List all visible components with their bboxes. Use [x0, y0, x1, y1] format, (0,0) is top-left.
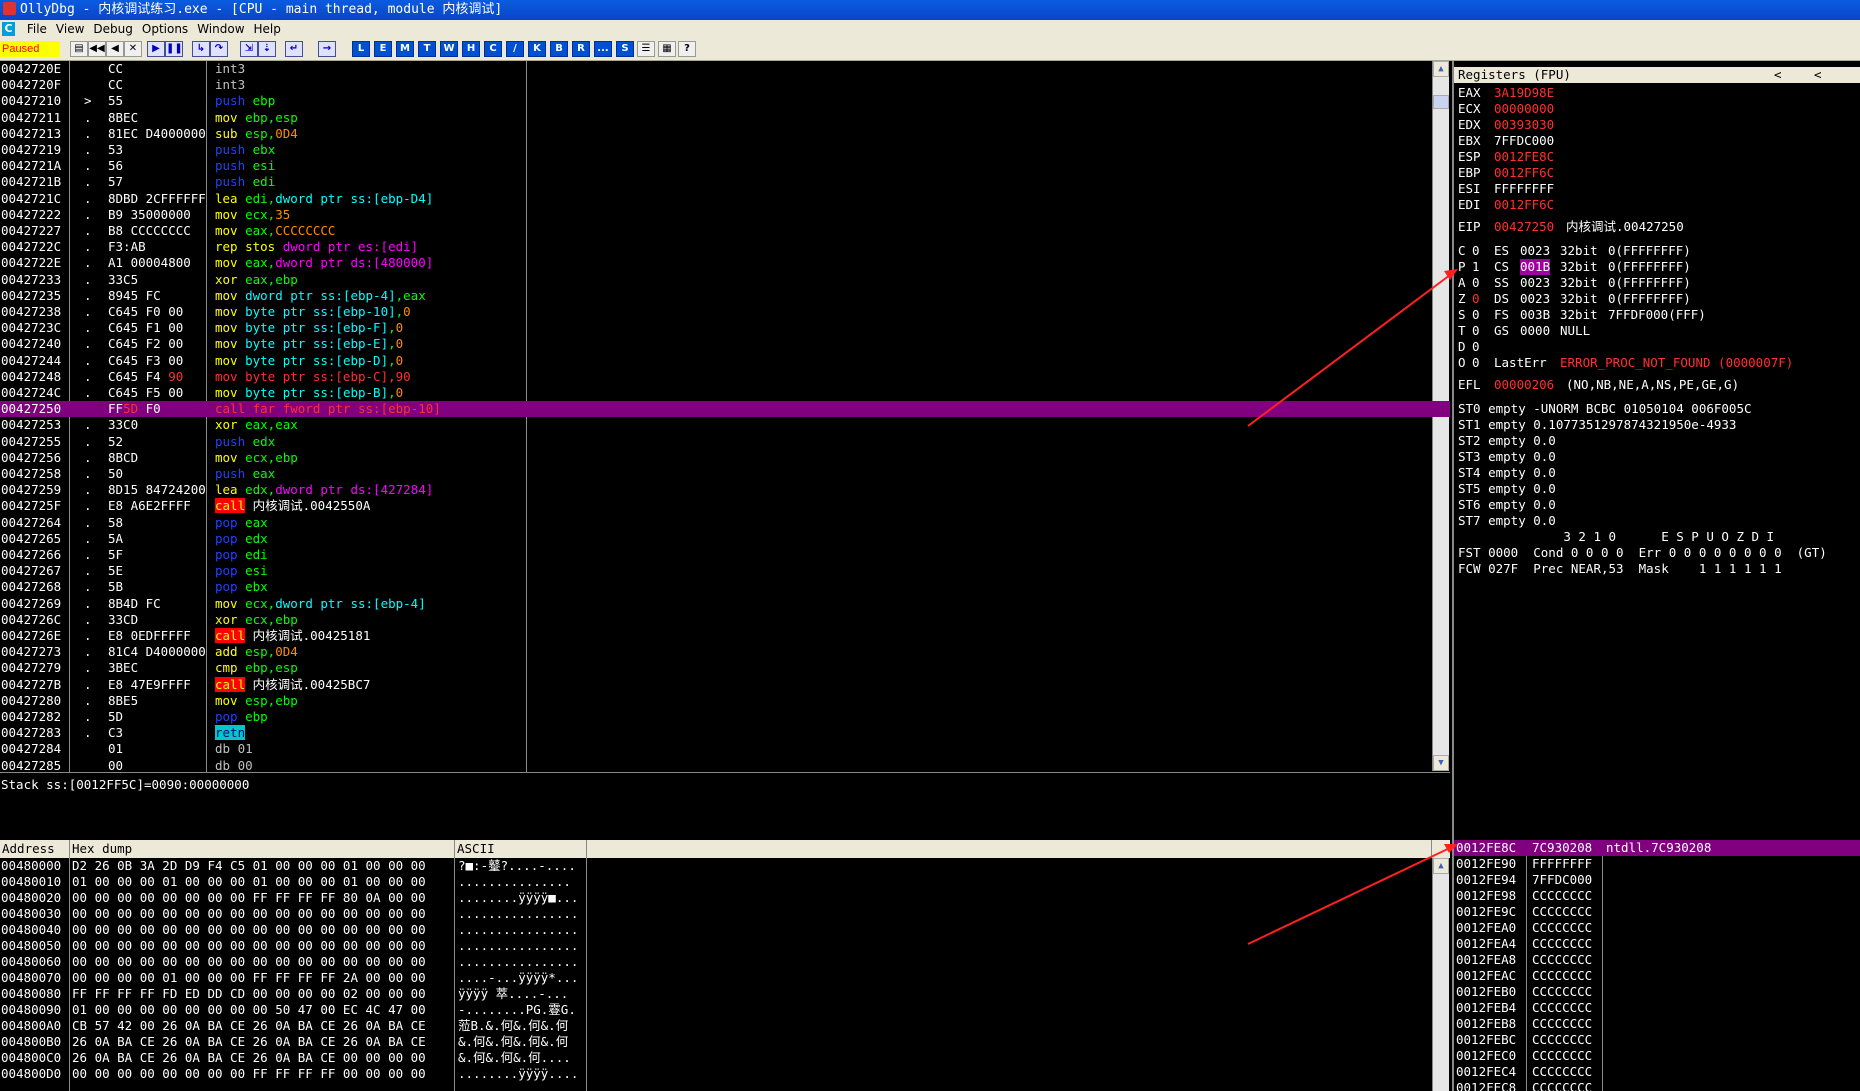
- annotation-arrow-line: [1247, 271, 1455, 427]
- annotation-arrows: [1247, 269, 1458, 945]
- annotation-arrow-line: [1247, 845, 1455, 945]
- annotation-arrowhead: [1444, 844, 1458, 853]
